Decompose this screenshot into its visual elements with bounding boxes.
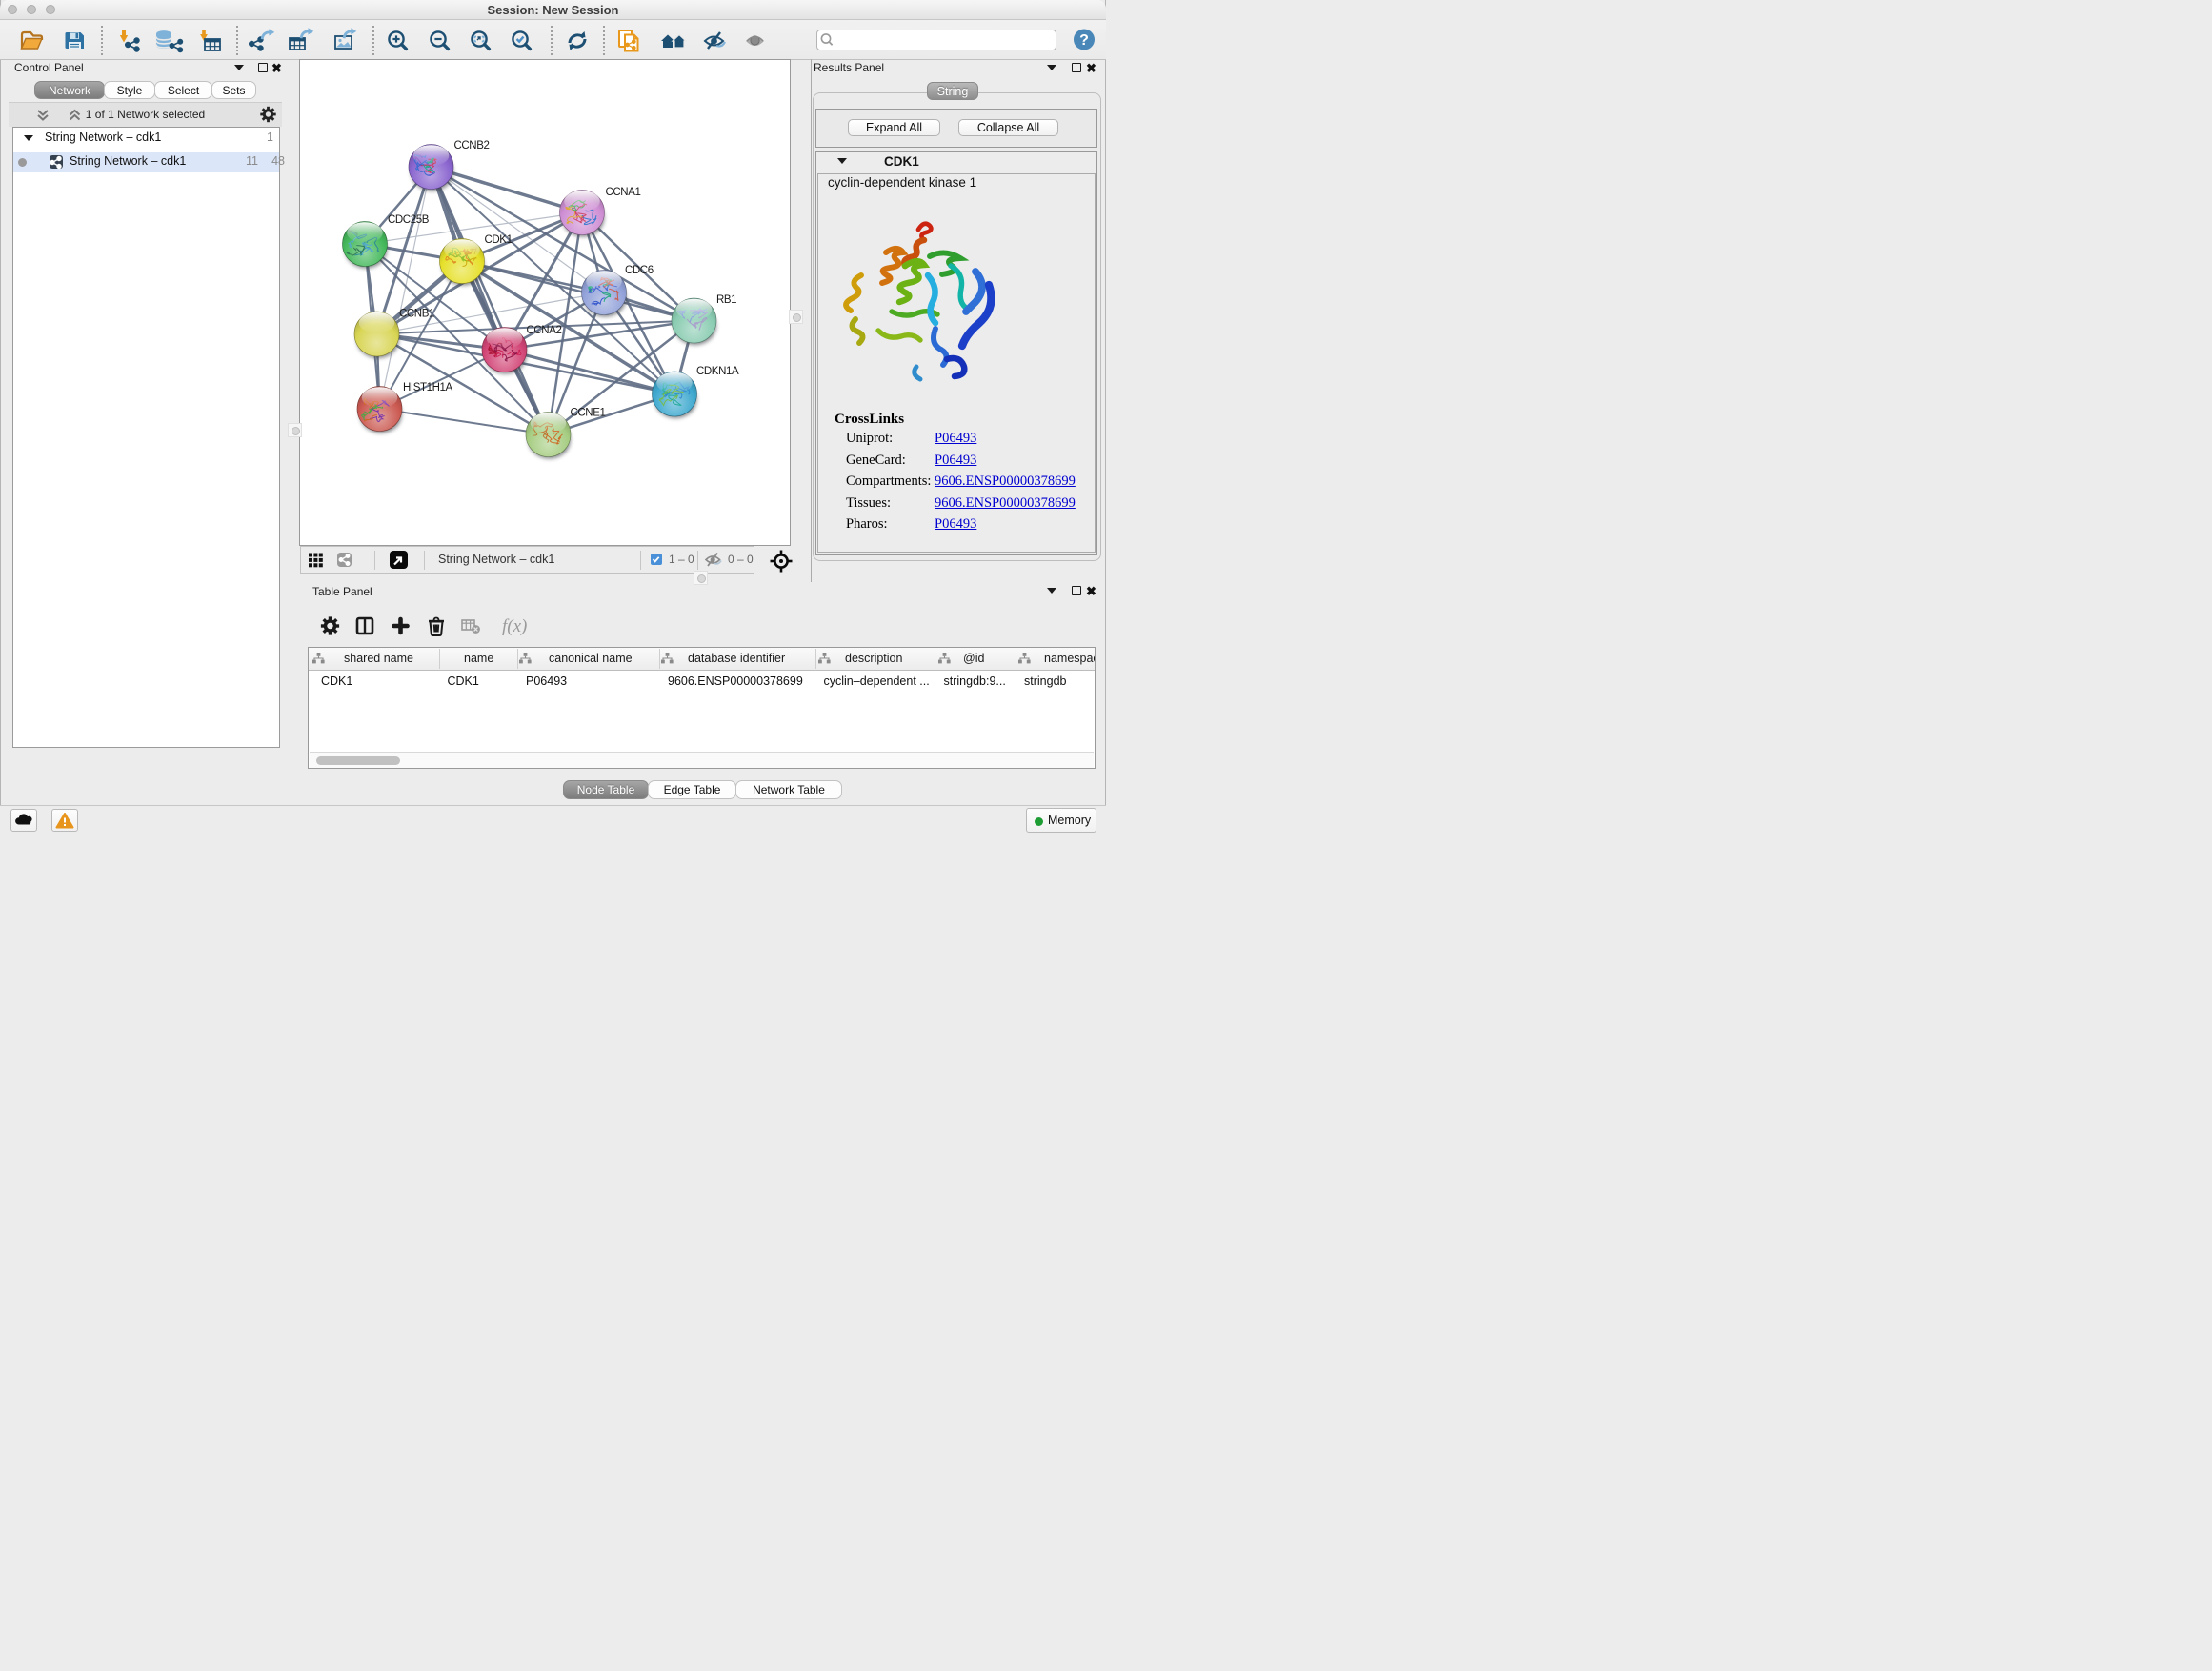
svg-text:?: ? (1079, 32, 1089, 49)
svg-text:CCNB1: CCNB1 (399, 309, 434, 320)
svg-text:CCNB2: CCNB2 (454, 140, 490, 151)
svg-text:f(x): f(x) (502, 616, 527, 636)
svg-text:CDKN1A: CDKN1A (696, 366, 739, 377)
svg-text:CCNA1: CCNA1 (606, 187, 641, 198)
svg-text:CDC6: CDC6 (625, 265, 654, 276)
svg-text:CDK1: CDK1 (485, 234, 513, 246)
svg-text:HIST1H1A: HIST1H1A (403, 382, 452, 393)
svg-text:CCNE1: CCNE1 (571, 408, 606, 419)
svg-text:CDC25B: CDC25B (388, 214, 430, 226)
svg-text:RB1: RB1 (716, 294, 736, 306)
svg-text:CCNA2: CCNA2 (527, 325, 562, 336)
